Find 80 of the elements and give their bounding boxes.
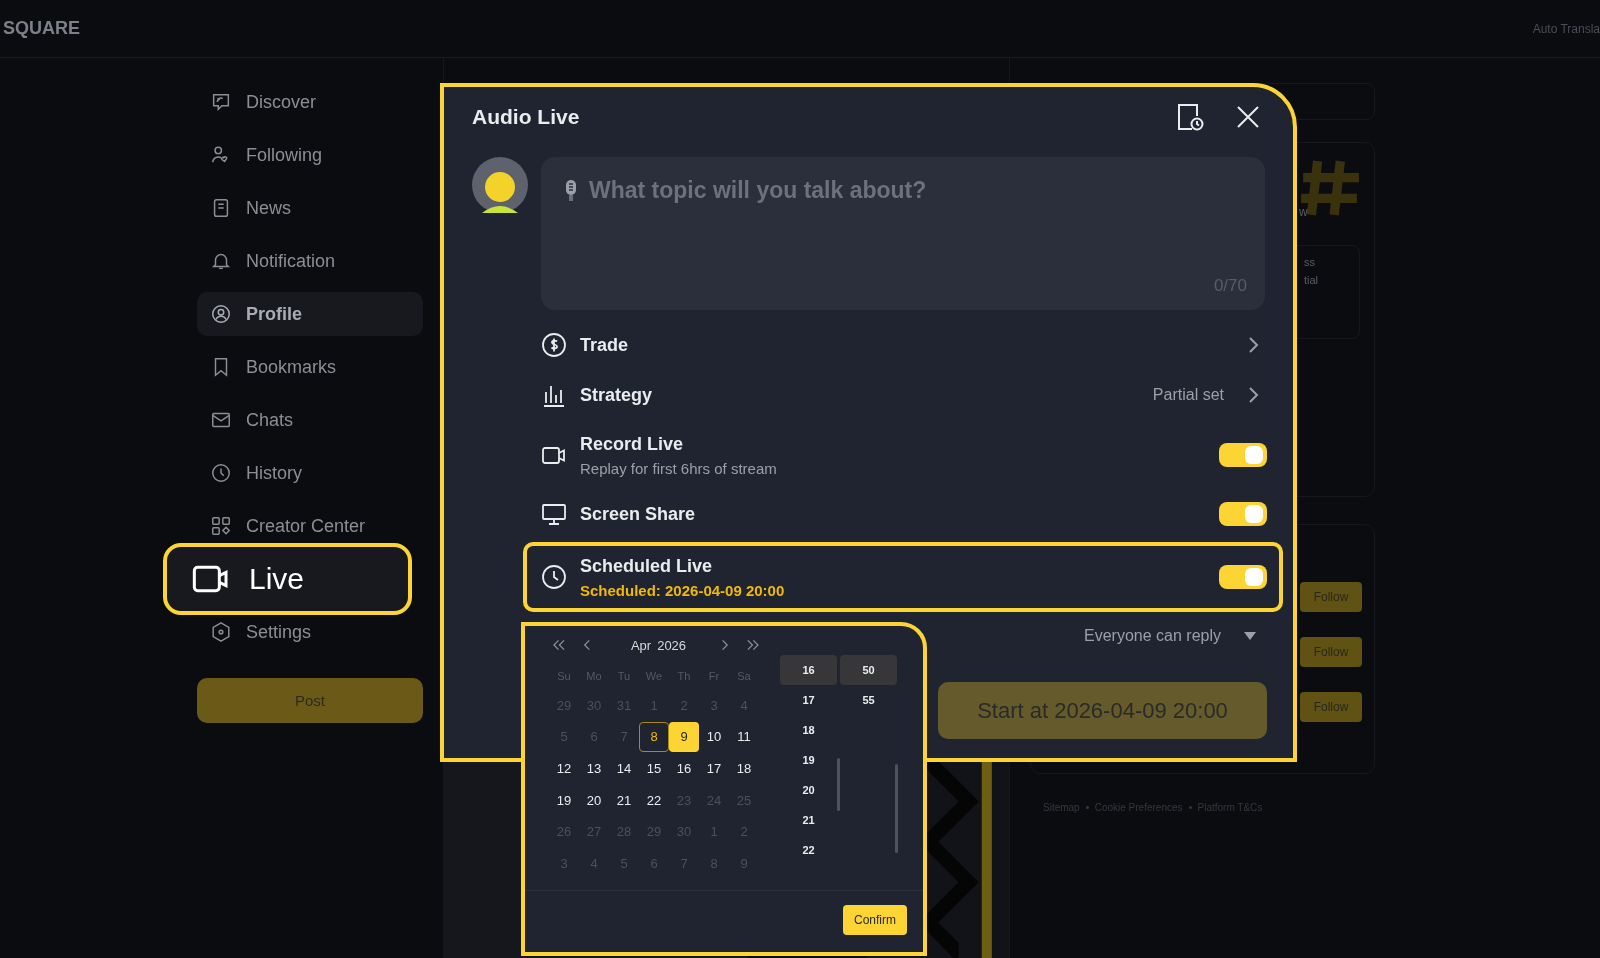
scrollbar[interactable] <box>837 758 840 811</box>
toggle-switch[interactable] <box>1219 565 1267 589</box>
reply-setting-dropdown[interactable]: Everyone can reply <box>1084 627 1221 645</box>
separator-dot <box>1085 806 1089 809</box>
option-row[interactable]: Screen Share <box>541 490 1267 538</box>
dollar-circle-icon <box>541 332 567 358</box>
logo[interactable]: SQUARE <box>3 18 80 39</box>
calendar-day[interactable]: 22 <box>639 785 669 815</box>
double-chevron-left-icon[interactable] <box>553 639 566 651</box>
sidebar-item[interactable]: Notification <box>197 244 423 278</box>
dialog-title: Audio Live <box>472 105 580 129</box>
option-label: Trade <box>580 334 630 356</box>
calendar-day[interactable]: 17 <box>699 753 729 784</box>
toggle-switch[interactable] <box>1219 443 1267 467</box>
sidebar-item[interactable]: History <box>197 456 423 490</box>
hour-option[interactable]: 22 <box>780 835 837 865</box>
card-text: ss <box>1304 256 1316 268</box>
scrollbar[interactable] <box>895 764 898 853</box>
sidebar-item[interactable]: Following <box>197 138 423 172</box>
monitor-icon <box>541 501 567 527</box>
option-description: Scheduled: 2026-04-09 20:00 <box>580 581 786 599</box>
option-description: Replay for first 6hrs of stream <box>580 459 778 477</box>
microphone-icon <box>563 178 579 203</box>
minute-option[interactable]: 55 <box>840 685 897 715</box>
option-label: Strategy <box>580 384 654 406</box>
double-chevron-right-icon[interactable] <box>746 639 759 651</box>
sidebar-item[interactable]: Settings <box>197 615 423 649</box>
month-label[interactable]: Apr <box>630 637 652 653</box>
option-value: Partial set <box>1152 386 1224 404</box>
minute-option[interactable]: 50 <box>840 655 897 685</box>
calendar-day[interactable]: 9 <box>669 722 699 752</box>
year-label[interactable]: 2026 <box>657 637 687 653</box>
calendar-day[interactable]: 15 <box>639 753 669 784</box>
confirm-button[interactable]: Confirm <box>843 905 907 935</box>
sidebar-item[interactable]: Chats <box>197 403 423 437</box>
calendar-day[interactable]: 21 <box>609 785 639 815</box>
hour-option[interactable]: 16 <box>780 655 837 685</box>
calendar-day[interactable]: 16 <box>669 753 699 784</box>
sidebar-item[interactable]: Discover <box>197 85 423 119</box>
schedule-icon[interactable] <box>1175 102 1205 132</box>
chat-bubble-icon <box>210 91 232 113</box>
card-text: tial <box>1304 274 1320 286</box>
toggle-switch[interactable] <box>1219 502 1267 526</box>
clock-icon <box>210 462 232 484</box>
option-label: Record Live <box>580 433 685 455</box>
hexagon-icon <box>210 621 232 643</box>
sidebar-item[interactable]: Live <box>163 543 412 615</box>
calendar-day[interactable]: 10 <box>699 722 729 752</box>
grid-icon <box>210 515 232 537</box>
calendar-day[interactable]: 20 <box>579 785 609 815</box>
topic-field[interactable]: What topic will you talk about? <box>589 177 1247 204</box>
chevron-right-icon[interactable] <box>1247 385 1259 405</box>
hour-option[interactable]: 20 <box>780 775 837 805</box>
option-row[interactable]: Trade <box>541 320 1267 370</box>
calendar-day[interactable]: 11 <box>729 722 759 752</box>
chevron-right-icon[interactable] <box>1247 335 1259 355</box>
sidebar-item[interactable]: News <box>197 191 423 225</box>
highlight-frame[interactable]: Scheduled Live Scheduled: 2026-04-09 20:00 <box>523 542 1283 612</box>
hour-option[interactable]: 17 <box>780 685 837 715</box>
calendar-day[interactable]: 13 <box>579 753 609 784</box>
hour-option[interactable]: 21 <box>780 805 837 835</box>
calendar-day[interactable]: 18 <box>729 753 759 784</box>
hour-option[interactable]: 19 <box>780 745 837 775</box>
caret-down-icon[interactable] <box>1243 631 1257 641</box>
hour-option[interactable]: 18 <box>780 715 837 745</box>
sidebar-item[interactable]: Profile <box>197 292 423 336</box>
option-row[interactable]: Strategy Partial set <box>541 370 1267 420</box>
card-text: w <box>1299 205 1308 219</box>
option-row[interactable]: Record Live Replay for first 6hrs of stream <box>541 420 1267 490</box>
option-label: Scheduled Live <box>580 555 714 577</box>
clock-icon <box>541 564 567 590</box>
avatar <box>472 157 528 213</box>
sidebar-item[interactable]: Bookmarks <box>197 350 423 384</box>
calendar-day[interactable]: 19 <box>549 785 579 815</box>
user-circle-icon <box>210 303 232 325</box>
option-label: Screen Share <box>580 503 697 525</box>
separator-dot <box>1188 806 1192 809</box>
calendar-day[interactable]: 12 <box>549 753 579 784</box>
sidebar-item[interactable]: Creator Center <box>197 509 423 543</box>
calendar-day[interactable]: 14 <box>609 753 639 784</box>
